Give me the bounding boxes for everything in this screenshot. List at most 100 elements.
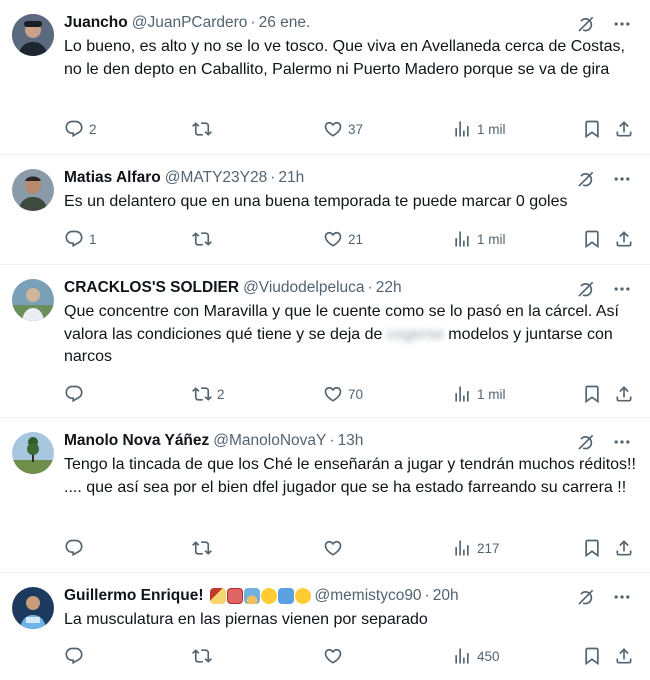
reply-button[interactable] (64, 384, 89, 404)
avatar[interactable] (12, 279, 54, 321)
timestamp[interactable]: 13h (338, 432, 364, 450)
more-options-icon[interactable] (612, 279, 632, 299)
reply-button[interactable] (64, 646, 89, 666)
like-icon (323, 646, 343, 666)
island-emoji (243, 588, 260, 604)
avatar[interactable] (12, 432, 54, 474)
share-button[interactable] (614, 646, 634, 666)
author-name[interactable]: Guillermo Enrique! (64, 587, 204, 605)
timestamp[interactable]: 22h (376, 279, 402, 297)
share-icon (614, 229, 634, 249)
grok-icon[interactable] (576, 432, 596, 452)
share-icon (614, 646, 634, 666)
author-handle[interactable]: @MATY23Y28 (165, 169, 267, 187)
timestamp[interactable]: 26 ene. (259, 14, 311, 32)
share-button[interactable] (614, 538, 634, 558)
author-handle[interactable]: @Viudodelpeluca (243, 279, 364, 297)
timestamp[interactable]: 20h (433, 587, 459, 605)
separator-dot: · (367, 279, 373, 296)
grok-icon[interactable] (576, 587, 596, 607)
more-options-icon[interactable] (612, 587, 632, 607)
tweet-text: Tengo la tincada de que los Ché le enseñ… (64, 456, 636, 496)
reply-icon (64, 229, 84, 249)
separator-dot: · (424, 587, 430, 604)
author-handle[interactable]: @ManoloNovaY (213, 432, 326, 450)
hockey-stick-emoji (209, 588, 226, 604)
grok-icon[interactable] (576, 279, 596, 299)
view-count: 1 mil (477, 121, 506, 137)
views-button[interactable]: 450 (452, 646, 500, 666)
like-count: 70 (348, 386, 364, 402)
bookmark-button[interactable] (582, 646, 602, 666)
bookmark-icon (582, 646, 602, 666)
like-button[interactable] (323, 646, 348, 666)
retweet-button[interactable]: 2 (192, 384, 225, 404)
views-button[interactable]: 1 mil (452, 229, 506, 249)
avatar[interactable] (12, 169, 54, 211)
author-handle[interactable]: @memistyco90 (315, 587, 422, 605)
like-button[interactable]: 37 (323, 119, 363, 139)
retweet-icon (192, 229, 212, 249)
bookmark-icon (582, 119, 602, 139)
grok-icon[interactable] (576, 169, 596, 189)
share-button[interactable] (614, 384, 634, 404)
timestamp[interactable]: 21h (278, 169, 304, 187)
author-name[interactable]: Juancho (64, 14, 128, 32)
share-button[interactable] (614, 119, 634, 139)
like-icon (323, 119, 343, 139)
retweet-button[interactable] (192, 119, 217, 139)
bookmark-button[interactable] (582, 119, 602, 139)
tweet[interactable]: Matias Alfaro @MATY23Y28 · 21h Es un del… (0, 155, 650, 265)
views-icon (452, 229, 472, 249)
more-options-icon[interactable] (612, 432, 632, 452)
tweet[interactable]: Juancho @JuanPCardero · 26 ene. Lo bueno… (0, 0, 650, 155)
tweet[interactable]: CRACKLOS'S SOLDIER @Viudodelpeluca · 22h… (0, 265, 650, 418)
view-count: 1 mil (477, 231, 506, 247)
bookmark-icon (582, 538, 602, 558)
like-icon (323, 384, 343, 404)
reply-count: 2 (89, 121, 97, 137)
reply-button[interactable]: 2 (64, 119, 97, 139)
reply-button[interactable]: 1 (64, 229, 97, 249)
tweet-text: Lo bueno, es alto y no se lo ve tosco. Q… (64, 38, 625, 78)
like-button[interactable] (323, 538, 348, 558)
share-icon (614, 384, 634, 404)
bookmark-icon (582, 384, 602, 404)
author-name[interactable]: Matias Alfaro (64, 169, 161, 187)
retweet-button[interactable] (192, 646, 217, 666)
more-options-icon[interactable] (612, 14, 632, 34)
views-button[interactable]: 217 (452, 538, 500, 558)
like-button[interactable]: 21 (323, 229, 363, 249)
sun-emoji (260, 588, 277, 604)
view-count: 217 (477, 540, 500, 556)
avatar[interactable] (12, 14, 54, 56)
tweet[interactable]: Guillermo Enrique! @memistyco90 · 20h La… (0, 573, 650, 680)
like-button[interactable]: 70 (323, 384, 363, 404)
view-count: 450 (477, 648, 500, 664)
separator-dot: · (250, 14, 256, 31)
author-handle[interactable]: @JuanPCardero (132, 14, 248, 32)
tweet[interactable]: Manolo Nova Yáñez @ManoloNovaY · 13h Ten… (0, 418, 650, 573)
retweet-icon (192, 384, 212, 404)
bookmark-button[interactable] (582, 384, 602, 404)
reply-button[interactable] (64, 538, 89, 558)
like-icon (323, 229, 343, 249)
more-options-icon[interactable] (612, 169, 632, 189)
bookmark-button[interactable] (582, 229, 602, 249)
views-icon (452, 538, 472, 558)
retweet-button[interactable] (192, 538, 217, 558)
views-button[interactable]: 1 mil (452, 384, 506, 404)
bookmark-icon (582, 229, 602, 249)
reply-icon (64, 119, 84, 139)
like-icon (323, 538, 343, 558)
bookmark-button[interactable] (582, 538, 602, 558)
share-button[interactable] (614, 229, 634, 249)
like-count: 21 (348, 231, 364, 247)
retweet-button[interactable] (192, 229, 217, 249)
grok-icon[interactable] (576, 14, 596, 34)
views-button[interactable]: 1 mil (452, 119, 506, 139)
author-name[interactable]: Manolo Nova Yáñez (64, 432, 209, 450)
avatar[interactable] (12, 587, 54, 629)
retweet-icon (192, 119, 212, 139)
author-name[interactable]: CRACKLOS'S SOLDIER (64, 279, 239, 297)
